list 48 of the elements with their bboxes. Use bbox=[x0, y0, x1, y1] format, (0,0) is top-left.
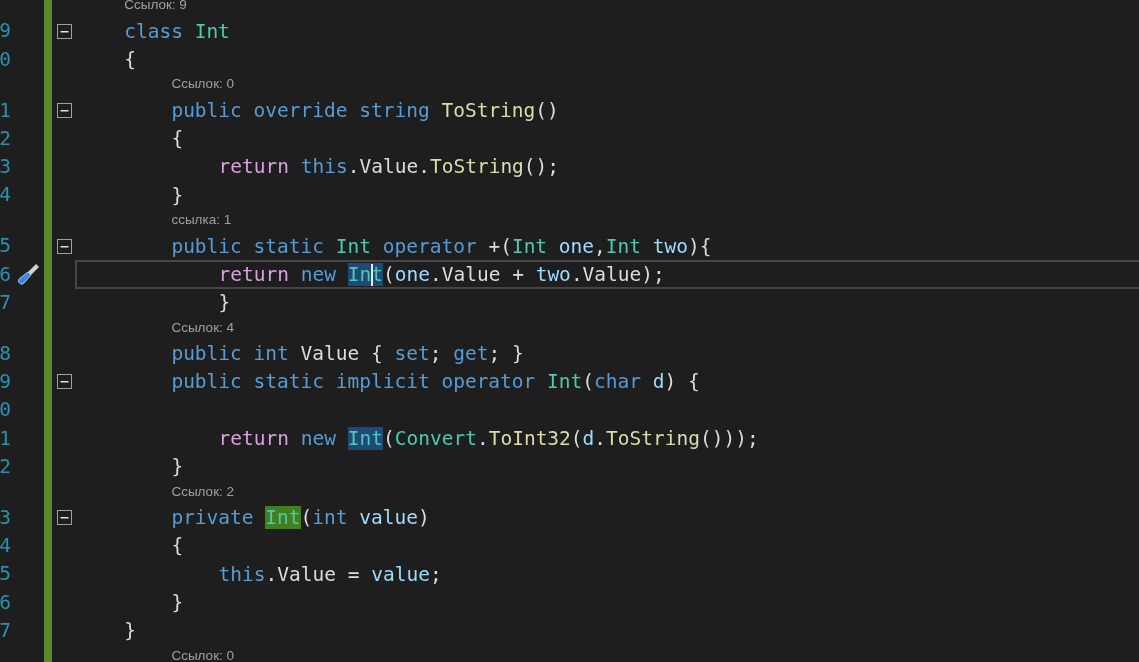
line-number: 4 bbox=[0, 185, 11, 205]
line-number: 5 bbox=[0, 236, 11, 256]
reference-count-link[interactable]: Ссылок: 2 bbox=[171, 483, 235, 499]
code-line: public int Value { set; get; } bbox=[171, 342, 524, 366]
reference-count-link[interactable]: Ссылок: 0 bbox=[171, 76, 235, 92]
line-number: 2 bbox=[0, 456, 11, 477]
code-line: public static Int operator +(Int one,Int two){ bbox=[171, 234, 712, 258]
line-number: 1 bbox=[0, 428, 11, 449]
line-number: 0 bbox=[0, 49, 11, 70]
code-line: } bbox=[124, 618, 136, 642]
line-number: 4 bbox=[0, 536, 11, 556]
line-number: 9 bbox=[0, 372, 11, 392]
code-line: } bbox=[171, 183, 184, 207]
code-line: public static implicit operator Int(char d) { bbox=[171, 370, 700, 394]
reference-count-link[interactable]: Ссылок: 0 bbox=[171, 647, 235, 662]
code-line: { bbox=[124, 47, 136, 71]
line-number: 7 bbox=[0, 620, 11, 641]
reference-count-link[interactable]: Ссылок: 4 bbox=[171, 319, 235, 335]
code-line: { bbox=[171, 534, 184, 558]
line-number: 6 bbox=[0, 592, 11, 613]
collapse-icon[interactable] bbox=[57, 374, 72, 390]
reference-count-link[interactable]: ссылка: 1 bbox=[171, 212, 232, 228]
collapse-icon[interactable] bbox=[57, 510, 72, 526]
line-number: 0 bbox=[0, 400, 11, 420]
line-number: 1 bbox=[0, 100, 11, 121]
code-line: } bbox=[218, 291, 231, 315]
code-line: } bbox=[171, 455, 184, 479]
line-number: 9 bbox=[0, 21, 11, 41]
line-number: 7 bbox=[0, 292, 11, 313]
code-line: class Int bbox=[124, 19, 230, 43]
collapse-icon[interactable] bbox=[57, 102, 72, 118]
line-number: 5 bbox=[0, 564, 11, 584]
line-number: 8 bbox=[0, 344, 11, 364]
line-number: 3 bbox=[0, 157, 11, 177]
line-number: 3 bbox=[0, 507, 11, 528]
code-line: this.Value = value; bbox=[218, 562, 442, 586]
code-line: return this.Value.ToString(); bbox=[218, 155, 560, 179]
code-line: } bbox=[171, 590, 184, 614]
wrench-screwdriver-icon[interactable] bbox=[15, 261, 41, 288]
code-line: private Int(int value) bbox=[171, 506, 430, 530]
code-line: return new Int(Convert.ToInt32(d.ToString())); bbox=[218, 426, 759, 450]
code-line: { bbox=[171, 127, 184, 151]
code-line: public override string ToString() bbox=[171, 98, 559, 122]
collapse-icon[interactable] bbox=[57, 238, 72, 254]
collapse-icon[interactable] bbox=[57, 23, 72, 39]
line-number: 2 bbox=[0, 128, 11, 149]
reference-count-link[interactable]: Ссылок: 9 bbox=[124, 0, 187, 12]
line-number: 6 bbox=[0, 264, 11, 285]
